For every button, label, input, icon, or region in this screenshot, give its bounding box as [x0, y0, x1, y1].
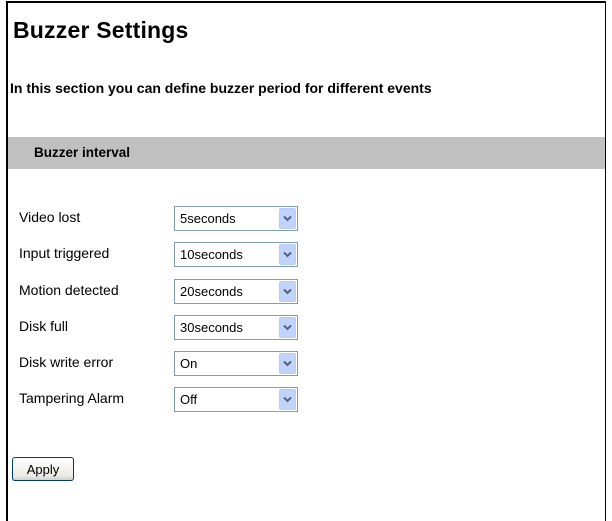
input-triggered-select[interactable]: 10seconds [174, 242, 298, 267]
section-header: Buzzer interval [8, 137, 605, 169]
page-frame [6, 1, 606, 521]
setting-label-input-triggered: Input triggered [19, 245, 110, 261]
chevron-down-icon[interactable] [279, 317, 296, 338]
chevron-down-icon[interactable] [279, 353, 296, 374]
apply-button[interactable]: Apply [12, 457, 74, 481]
select-value: Off [180, 392, 198, 407]
chevron-down-icon[interactable] [279, 281, 296, 302]
chevron-down-icon[interactable] [279, 244, 296, 265]
setting-label-disk-write-error: Disk write error [19, 354, 114, 370]
select-value: 30seconds [180, 320, 243, 335]
chevron-down-icon[interactable] [279, 208, 296, 229]
select-value: 5seconds [180, 211, 236, 226]
setting-label-video-lost: Video lost [19, 209, 81, 225]
chevron-down-icon[interactable] [279, 389, 296, 410]
video-lost-select[interactable]: 5seconds [174, 206, 298, 231]
select-value: 10seconds [180, 247, 243, 262]
tampering-alarm-select[interactable]: Off [174, 387, 298, 412]
setting-label-tampering-alarm: Tampering Alarm [19, 390, 125, 406]
setting-label-motion-detected: Motion detected [19, 282, 119, 298]
page-title: Buzzer Settings [13, 17, 189, 43]
page-description: In this section you can define buzzer pe… [10, 80, 432, 96]
motion-detected-select[interactable]: 20seconds [174, 279, 298, 304]
select-value: 20seconds [180, 284, 243, 299]
disk-full-select[interactable]: 30seconds [174, 315, 298, 340]
section-title: Buzzer interval [34, 145, 131, 160]
disk-write-error-select[interactable]: On [174, 351, 298, 376]
select-value: On [180, 356, 198, 371]
setting-label-disk-full: Disk full [19, 318, 69, 334]
